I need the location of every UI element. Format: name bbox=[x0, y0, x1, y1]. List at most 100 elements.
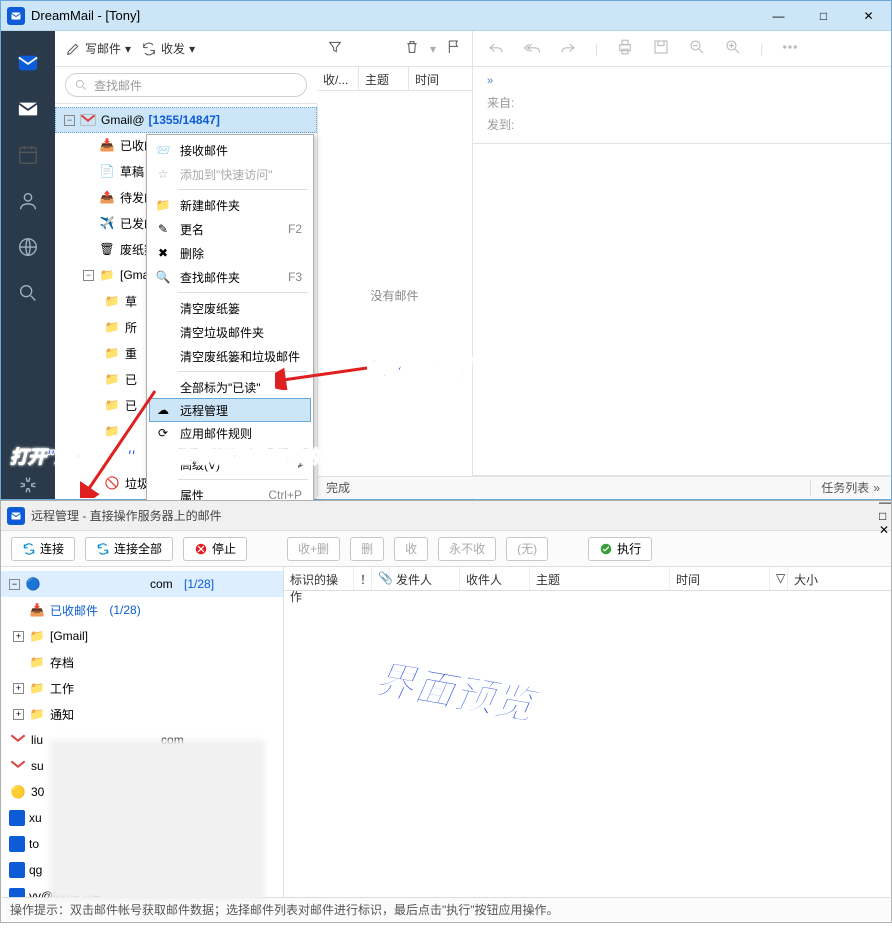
stop-button[interactable]: 停止 bbox=[183, 537, 247, 561]
search-icon: 🔍 bbox=[154, 270, 172, 284]
save-icon[interactable] bbox=[652, 38, 670, 59]
search-input[interactable]: 查找邮件 bbox=[65, 73, 307, 97]
filter-icon[interactable] bbox=[327, 39, 343, 58]
col-op[interactable]: 标识的操作 bbox=[284, 567, 354, 590]
folder-icon: 📁 bbox=[103, 320, 121, 334]
status-bar: 完成 任务列表» bbox=[318, 476, 890, 498]
col-time[interactable]: 时间 bbox=[670, 567, 770, 590]
maximize-button[interactable]: □ bbox=[879, 509, 891, 523]
folder-icon: 📁 bbox=[28, 655, 46, 669]
menu-empty-both[interactable]: 清空废纸篓和垃圾邮件 bbox=[150, 344, 310, 368]
menu-find-folder[interactable]: 🔍查找邮件夹F3 bbox=[150, 265, 310, 289]
col-to[interactable]: 收件人 bbox=[460, 567, 530, 590]
menu-empty-spam[interactable]: 清空垃圾邮件夹 bbox=[150, 320, 310, 344]
recvdel-button: 收+删 bbox=[287, 537, 340, 561]
more-icon[interactable] bbox=[781, 38, 799, 59]
delete-icon: ✖ bbox=[154, 246, 172, 260]
menu-apply-rules[interactable]: ⟳应用邮件规则 bbox=[150, 421, 310, 445]
star-icon: ☆ bbox=[154, 167, 172, 181]
sendrecv-button[interactable]: 收发 ▾ bbox=[141, 40, 195, 57]
delete-icon[interactable] bbox=[404, 39, 420, 58]
folder-icon: 📁 bbox=[103, 398, 121, 412]
remote-notice[interactable]: +📁通知 bbox=[1, 701, 283, 727]
gmail-icon bbox=[9, 760, 27, 772]
context-menu: 📨接收邮件 ☆添加到"快速访问" 📁新建邮件夹 ✎更名F2 ✖删除 🔍查找邮件夹… bbox=[146, 134, 314, 511]
remote-work[interactable]: +📁工作 bbox=[1, 675, 283, 701]
zoom-in-icon[interactable] bbox=[724, 38, 742, 59]
menu-empty-trash[interactable]: 清空废纸篓 bbox=[150, 296, 310, 320]
app-icon bbox=[7, 7, 25, 25]
tasklist-button[interactable]: 任务列表» bbox=[810, 479, 890, 496]
reply-icon[interactable] bbox=[487, 38, 505, 59]
nav-search-icon[interactable] bbox=[14, 279, 42, 307]
remote-account-root[interactable]: −🔵com [1/28] bbox=[1, 571, 283, 597]
connect-button[interactable]: 连接 bbox=[11, 537, 75, 561]
receive-icon: 📨 bbox=[154, 143, 172, 157]
chevron-down-icon: ▾ bbox=[430, 42, 436, 56]
menu-new-folder[interactable]: 📁新建邮件夹 bbox=[150, 193, 310, 217]
menu-delete[interactable]: ✖删除 bbox=[150, 241, 310, 265]
menu-remote-manage[interactable]: ☁远程管理 bbox=[149, 398, 311, 422]
nav-contacts-icon[interactable] bbox=[14, 187, 42, 215]
account-icon bbox=[9, 810, 25, 826]
menu-rename[interactable]: ✎更名F2 bbox=[150, 217, 310, 241]
menu-advanced[interactable]: 高级(V)▸ bbox=[150, 452, 310, 476]
nav-globe-icon[interactable] bbox=[14, 233, 42, 261]
collapse-icon[interactable]: − bbox=[83, 270, 94, 281]
col-subject[interactable]: 主题 bbox=[359, 67, 409, 90]
main-window: DreamMail - [Tony] — □ ✕ 写邮件 ▾ bbox=[0, 0, 892, 500]
connect-all-button[interactable]: 连接全部 bbox=[85, 537, 173, 561]
chevron-up-icon[interactable]: » bbox=[487, 75, 877, 87]
zoom-out-icon[interactable] bbox=[688, 38, 706, 59]
col-sort[interactable]: ▽ bbox=[770, 567, 788, 590]
folder-icon: 📁 bbox=[103, 294, 121, 308]
empty-message: 没有邮件 bbox=[317, 91, 472, 499]
col-size[interactable]: 大小 bbox=[788, 567, 891, 590]
col-important[interactable]: ！ bbox=[354, 567, 372, 590]
menu-receive[interactable]: 📨接收邮件 bbox=[150, 138, 310, 162]
remote-inbox[interactable]: 📥已收邮件 (1/28) bbox=[1, 597, 283, 623]
nav-app-icon[interactable] bbox=[14, 49, 42, 77]
maximize-button[interactable]: □ bbox=[801, 1, 846, 31]
print-icon[interactable] bbox=[616, 38, 634, 59]
col-time[interactable]: 时间 bbox=[409, 67, 472, 90]
tree-account-root[interactable]: − Gmail@ [1355/14847] bbox=[55, 107, 317, 133]
menu-mark-read[interactable]: 全部标为"已读" bbox=[150, 375, 310, 399]
exec-button[interactable]: 执行 bbox=[588, 537, 652, 561]
minimize-button[interactable]: — bbox=[756, 1, 801, 31]
remote-gmail[interactable]: +📁[Gmail] bbox=[1, 623, 283, 649]
close-button[interactable]: ✕ bbox=[879, 523, 891, 537]
gmail-icon bbox=[9, 734, 27, 746]
folder-icon: 📁 bbox=[28, 629, 46, 643]
nav-calendar-icon[interactable] bbox=[14, 141, 42, 169]
remote-archive[interactable]: 📁存档 bbox=[1, 649, 283, 675]
folder-icon: 📁 bbox=[103, 372, 121, 386]
forward-icon[interactable] bbox=[559, 38, 577, 59]
col-subject[interactable]: 主题 bbox=[530, 567, 670, 590]
chevron-icon: » bbox=[873, 481, 880, 495]
minimize-button[interactable]: — bbox=[879, 495, 891, 509]
nav-settings-icon[interactable] bbox=[14, 471, 42, 499]
window-title: DreamMail - [Tony] bbox=[31, 8, 750, 23]
reply-all-icon[interactable] bbox=[523, 38, 541, 59]
title-bar: DreamMail - [Tony] — □ ✕ bbox=[1, 1, 891, 31]
remote-list: 标识的操作 ！ 📎 发件人 收件人 主题 时间 ▽ 大小 bbox=[284, 567, 891, 898]
gmail-icon bbox=[79, 114, 97, 126]
folder-icon: 📁 bbox=[103, 424, 121, 438]
remote-window-title: 远程管理 - 直接操作服务器上的邮件 bbox=[31, 507, 873, 524]
to-label: 发到: bbox=[487, 116, 527, 133]
chevron-down-icon: ▾ bbox=[189, 42, 195, 56]
draft-icon: 📄 bbox=[98, 164, 116, 178]
col-recv[interactable]: 收/... bbox=[317, 67, 359, 90]
spam-icon: 🚫 bbox=[103, 476, 121, 490]
col-attach[interactable]: 📎 bbox=[372, 567, 390, 590]
col-from[interactable]: 发件人 bbox=[390, 567, 460, 590]
collapse-icon[interactable]: − bbox=[64, 115, 75, 126]
app-icon bbox=[7, 507, 25, 525]
close-button[interactable]: ✕ bbox=[846, 1, 891, 31]
message-list-pane: ▾ 收/... 主题 时间 没有邮件 bbox=[317, 31, 473, 499]
compose-button[interactable]: 写邮件 ▾ bbox=[65, 40, 131, 57]
preview-header: » 来自: 发到: bbox=[473, 67, 891, 144]
nav-mail-icon[interactable] bbox=[14, 95, 42, 123]
flag-icon[interactable] bbox=[446, 39, 462, 58]
